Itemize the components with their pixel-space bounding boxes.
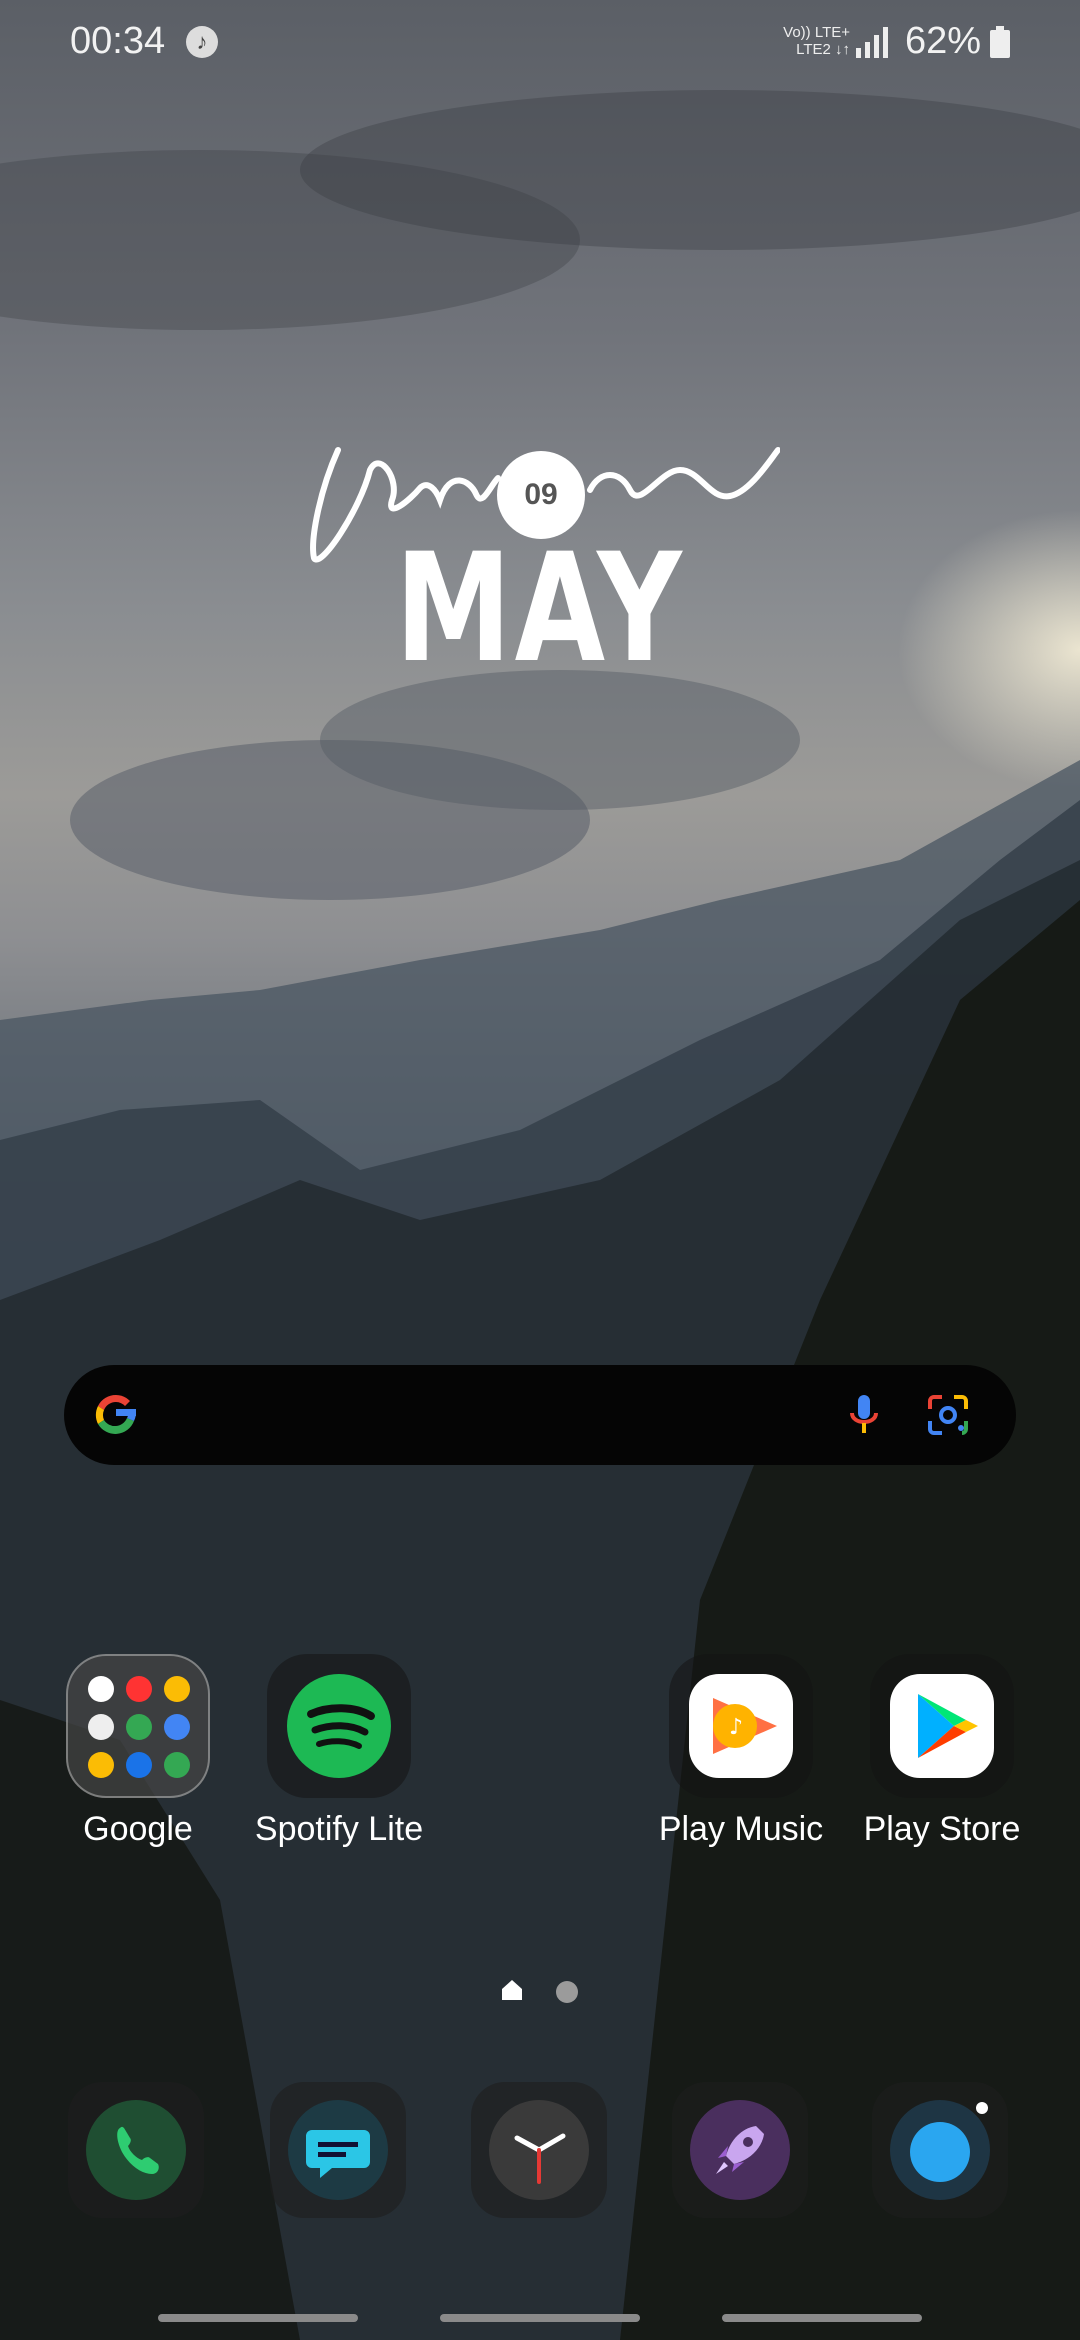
dock-phone[interactable] bbox=[68, 2082, 204, 2218]
month-label: MAY bbox=[395, 522, 685, 696]
music-notification-icon: ♪ bbox=[186, 26, 218, 58]
status-time: 00:34 bbox=[70, 20, 166, 62]
chrome-mini-icon bbox=[164, 1676, 190, 1702]
google-search-bar[interactable] bbox=[64, 1365, 1016, 1465]
google-lens-icon[interactable] bbox=[920, 1387, 976, 1443]
google-g-icon bbox=[95, 1394, 137, 1434]
play-store-icon-wrap bbox=[870, 1654, 1014, 1798]
page-dot-2[interactable] bbox=[556, 1981, 578, 2003]
photos-mini-icon bbox=[88, 1752, 114, 1778]
camera-icon bbox=[910, 2122, 970, 2182]
play-mini-icon bbox=[164, 1752, 190, 1778]
nav-hint-center[interactable] bbox=[440, 2314, 640, 2322]
clock-icon-bg bbox=[489, 2100, 589, 2200]
maps-mini-icon bbox=[126, 1714, 152, 1740]
network-line-1: Vo)) LTE+ bbox=[783, 24, 850, 41]
battery-percentage: 62% bbox=[905, 20, 982, 62]
app-spotify-lite[interactable]: Spotify Lite bbox=[239, 1654, 439, 1849]
messages-icon bbox=[306, 2130, 370, 2178]
drive-mini-icon bbox=[164, 1714, 190, 1740]
spotify-icon-wrap bbox=[267, 1654, 411, 1798]
network-indicator: Vo)) LTE+ LTE2 ↓↑ bbox=[766, 24, 850, 58]
app-label: Spotify Lite bbox=[254, 1810, 424, 1848]
play-store-icon bbox=[890, 1674, 994, 1778]
youtube-mini-icon bbox=[126, 1676, 152, 1702]
rocket-icon bbox=[716, 2126, 764, 2174]
camera-icon-bg bbox=[890, 2100, 990, 2200]
dock-messages[interactable] bbox=[270, 2082, 406, 2218]
network-line-2: LTE2 ↓↑ bbox=[796, 41, 850, 58]
app-label: Play Music bbox=[658, 1810, 824, 1848]
app-google-folder[interactable]: Google bbox=[38, 1654, 238, 1849]
play-music-icon: ♪ bbox=[689, 1674, 793, 1778]
spotify-icon bbox=[287, 1674, 391, 1778]
phone-icon-bg bbox=[86, 2100, 186, 2200]
rocket-icon-bg bbox=[690, 2100, 790, 2200]
signal-strength-icon bbox=[856, 27, 888, 58]
nav-hint-right[interactable] bbox=[722, 2314, 922, 2322]
duo-mini-icon bbox=[126, 1752, 152, 1778]
messages-icon-bg bbox=[288, 2100, 388, 2200]
app-label: Google bbox=[83, 1810, 193, 1848]
google-folder-icon bbox=[66, 1654, 210, 1798]
battery-icon bbox=[990, 26, 1010, 58]
app-label: Play Store bbox=[863, 1810, 1021, 1848]
dock-rocket[interactable] bbox=[672, 2082, 808, 2218]
google-mini-icon bbox=[88, 1676, 114, 1702]
notification-dot bbox=[976, 2102, 988, 2114]
dock-clock[interactable] bbox=[471, 2082, 607, 2218]
gmail-mini-icon bbox=[88, 1714, 114, 1740]
app-play-music[interactable]: ♪ Play Music bbox=[641, 1654, 841, 1849]
dock-camera[interactable] bbox=[872, 2082, 1008, 2218]
nav-hint-left[interactable] bbox=[158, 2314, 358, 2322]
app-play-store[interactable]: Play Store bbox=[842, 1654, 1042, 1849]
date-widget[interactable]: 09 MAY bbox=[300, 430, 780, 696]
voice-search-icon[interactable] bbox=[836, 1387, 892, 1443]
phone-icon bbox=[117, 2126, 159, 2174]
page-indicator bbox=[0, 1978, 1080, 2008]
status-bar: 00:34 ♪ Vo)) LTE+ LTE2 ↓↑ 62% bbox=[0, 0, 1080, 86]
play-music-icon-wrap: ♪ bbox=[669, 1654, 813, 1798]
svg-text:♪: ♪ bbox=[729, 1715, 743, 1740]
home-page-icon[interactable] bbox=[500, 1978, 524, 2002]
clock-icon bbox=[514, 2133, 566, 2184]
